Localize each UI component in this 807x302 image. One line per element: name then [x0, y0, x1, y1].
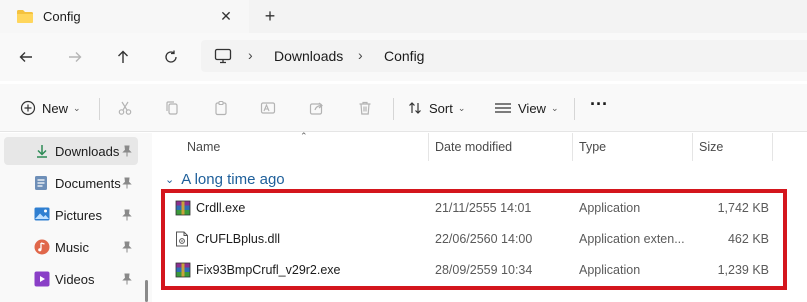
- sort-button[interactable]: Sort ⌄: [407, 96, 465, 120]
- view-list-icon: [495, 103, 511, 113]
- sidebar-item-label: Pictures: [55, 208, 102, 223]
- pictures-icon: [34, 207, 50, 224]
- sidebar-item-label: Music: [55, 240, 89, 255]
- column-divider[interactable]: [572, 133, 573, 161]
- sidebar-item-label: Documents: [55, 176, 121, 191]
- breadcrumb-downloads[interactable]: Downloads: [274, 48, 343, 64]
- arrow-left-icon: [19, 52, 32, 62]
- column-header-size[interactable]: Size: [699, 140, 723, 154]
- sidebar-item-pictures[interactable]: Pictures: [0, 201, 140, 229]
- trash-icon: [359, 101, 371, 115]
- highlight-box: [161, 189, 787, 290]
- column-header-date[interactable]: Date modified: [435, 140, 512, 154]
- view-label: View: [518, 100, 546, 116]
- tab-strip: Config ✕ +: [0, 0, 807, 33]
- arrow-right-icon: [69, 52, 82, 62]
- chevron-down-icon: ⌄: [550, 102, 559, 113]
- column-divider[interactable]: [428, 133, 429, 161]
- chevron-right-icon: ›: [248, 47, 253, 63]
- copy-icon: [166, 101, 178, 115]
- sidebar-item-label: Downloads: [55, 144, 120, 159]
- view-button[interactable]: View ⌄: [494, 96, 559, 120]
- group-label: A long time ago: [181, 171, 285, 188]
- column-header-type[interactable]: Type: [579, 140, 606, 154]
- tab-title: Config: [43, 9, 81, 24]
- column-divider[interactable]: [692, 133, 693, 161]
- column-divider[interactable]: [772, 133, 773, 161]
- divider: [393, 98, 394, 120]
- chevron-down-icon: ⌄: [73, 102, 81, 113]
- column-header-name[interactable]: Name: [187, 140, 220, 154]
- chevron-down-icon: ⌄: [457, 102, 466, 113]
- tab-config[interactable]: Config ✕: [0, 0, 249, 33]
- command-bar: New ⌄ Sort ⌄ View ⌄ ···: [0, 84, 807, 132]
- sidebar-item-music[interactable]: Music: [0, 233, 140, 261]
- navigation-pane: Downloads Documents Pictures Music Video…: [0, 133, 152, 302]
- chevron-down-icon: ⌄: [165, 174, 175, 186]
- refresh-button[interactable]: [159, 45, 183, 69]
- close-tab-button[interactable]: ✕: [216, 6, 236, 26]
- refresh-icon: [165, 50, 177, 63]
- sidebar-scrollbar[interactable]: [145, 280, 148, 302]
- back-button[interactable]: [14, 45, 38, 69]
- sort-label: Sort: [429, 100, 453, 116]
- paste-button[interactable]: [213, 96, 229, 120]
- sidebar-item-downloads[interactable]: Downloads: [4, 137, 138, 165]
- sort-ascending-icon: ⌃: [300, 131, 308, 141]
- sidebar-item-documents[interactable]: Documents: [0, 169, 140, 197]
- pin-icon: [122, 209, 132, 224]
- delete-button[interactable]: [357, 96, 373, 120]
- music-icon: [34, 239, 50, 258]
- sidebar-item-videos[interactable]: Videos: [0, 265, 140, 293]
- rename-icon: [260, 102, 276, 114]
- up-button[interactable]: [111, 45, 135, 69]
- new-button[interactable]: New ⌄: [20, 96, 81, 120]
- pin-icon: [122, 177, 132, 192]
- divider: [574, 98, 575, 120]
- rename-button[interactable]: [260, 96, 276, 120]
- group-header[interactable]: ⌄ A long time ago: [165, 171, 285, 188]
- pin-icon: [122, 241, 132, 256]
- breadcrumb-config[interactable]: Config: [384, 48, 424, 64]
- computer-icon: [214, 48, 232, 67]
- scissors-icon: [118, 101, 132, 115]
- chevron-right-icon: ›: [358, 47, 363, 63]
- pin-icon: [122, 273, 132, 288]
- clipboard-icon: [215, 100, 227, 116]
- copy-button[interactable]: [164, 96, 180, 120]
- videos-icon: [34, 271, 50, 290]
- documents-icon: [34, 175, 48, 194]
- sort-icon: [409, 102, 421, 114]
- folder-icon: [16, 9, 34, 27]
- forward-button[interactable]: [63, 45, 87, 69]
- cut-button[interactable]: [117, 96, 133, 120]
- plus-circle-icon: [20, 100, 36, 116]
- divider: [99, 98, 100, 120]
- pin-icon: [122, 145, 132, 160]
- share-icon: [309, 102, 323, 115]
- new-label: New: [42, 100, 69, 116]
- share-button[interactable]: [309, 96, 325, 120]
- arrow-up-icon: [118, 50, 128, 63]
- download-icon: [34, 143, 50, 162]
- address-bar[interactable]: › Downloads › Config: [201, 40, 807, 72]
- sidebar-item-label: Videos: [55, 272, 95, 287]
- more-options-button[interactable]: ···: [590, 92, 608, 116]
- new-tab-button[interactable]: +: [260, 5, 280, 27]
